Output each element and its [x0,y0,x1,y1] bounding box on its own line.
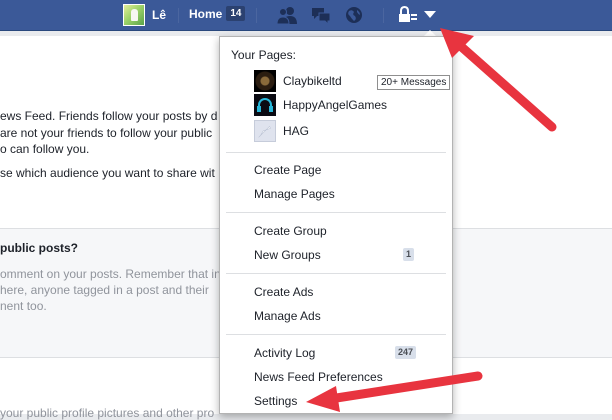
activity-log-item[interactable]: Activity Log [254,346,315,360]
account-menu-caret-icon[interactable] [424,11,436,18]
notifications-globe-icon[interactable] [343,5,365,25]
headphones-page-avatar [254,94,276,116]
avatar [123,4,145,26]
account-dropdown-menu: Your Pages: Claybikeltd 20+ Messages Hap… [219,36,453,414]
settings-item[interactable]: Settings [254,394,297,408]
privacy-lock-icon[interactable] [397,5,419,25]
manage-pages-item[interactable]: Manage Pages [254,187,335,201]
page-item-claybikeltd[interactable]: Claybikeltd 20+ Messages [254,69,451,93]
menu-divider [226,273,446,274]
messages-icon[interactable] [310,5,332,25]
new-groups-item[interactable]: New Groups [254,248,321,262]
followers-description-line: are not your friends to follow your publ… [0,126,213,140]
page-avatar [254,70,276,92]
top-navigation-bar: Lê Home 14 [0,0,612,31]
page-name: HappyAngelGames [283,98,388,112]
public-posts-description: here, anyone tagged in a post and their [0,283,209,297]
page-item-happyangelgames[interactable]: HappyAngelGames [254,93,387,117]
page-item-hag[interactable]: HAG [254,119,309,143]
profile-pictures-description: your public profile pictures and other p… [0,406,215,420]
nav-divider [256,8,257,23]
public-posts-description: nent too. [0,299,47,313]
page-name: Claybikeltd [283,74,342,88]
public-posts-title: public posts? [0,241,78,255]
page-name: HAG [283,124,310,138]
create-group-item[interactable]: Create Group [254,224,327,238]
create-page-item[interactable]: Create Page [254,163,321,177]
create-ads-item[interactable]: Create Ads [254,285,313,299]
menu-divider [226,334,446,335]
activity-log-count-badge: 247 [395,346,417,359]
followers-description-line: o can follow you. [0,142,90,156]
messages-count-badge: 20+ Messages [377,75,451,90]
your-pages-heading: Your Pages: [231,48,296,62]
user-name: Lê [152,8,167,22]
menu-divider [226,212,446,213]
news-feed-preferences-item[interactable]: News Feed Preferences [254,370,383,384]
audience-description-line: se which audience you want to share wit [0,166,215,180]
new-groups-count-badge: 1 [403,248,415,261]
public-posts-description: omment on your posts. Remember that in [0,267,221,281]
home-count-badge: 14 [226,6,246,21]
menu-divider [226,152,446,153]
home-label: Home [189,6,223,21]
flag-page-avatar [254,120,276,142]
friends-icon[interactable] [276,5,298,25]
nav-divider [383,8,384,23]
manage-ads-item[interactable]: Manage Ads [254,309,321,323]
home-link[interactable]: Home 14 [189,6,246,21]
profile-link[interactable]: Lê [123,3,166,27]
followers-description-line: ews Feed. Friends follow your posts by d [0,109,218,123]
nav-divider [178,8,179,23]
